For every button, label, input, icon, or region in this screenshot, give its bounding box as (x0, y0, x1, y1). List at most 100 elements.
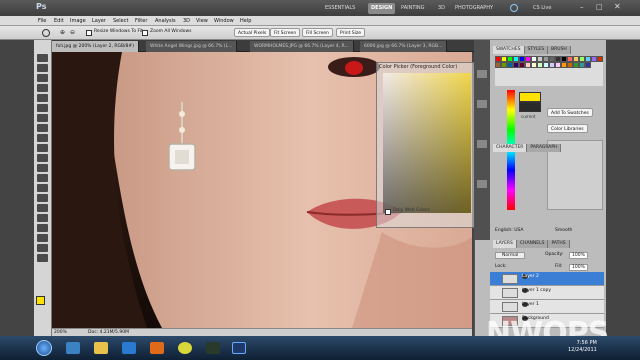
menu-select[interactable]: Select (113, 16, 128, 26)
doc-tab-wormholmes[interactable]: WORMHOLMES.JPG @ 66.7% (Layer 4, R... (250, 41, 354, 52)
zoom-out-icon[interactable]: ⊖ (70, 29, 75, 36)
zoom-in-icon[interactable]: ⊕ (60, 29, 65, 36)
fill-input[interactable]: 100% (569, 264, 588, 271)
media-player-icon[interactable] (122, 342, 136, 354)
cs-live-button[interactable]: CS Live (530, 3, 554, 14)
system-clock[interactable]: 7:56 PM 12/24/2011 (568, 340, 597, 354)
fill-screen-button[interactable]: Fill Screen (302, 28, 333, 37)
tab-layers[interactable]: LAYERS (493, 240, 517, 248)
firefox-icon[interactable] (150, 342, 164, 354)
move-tool-icon[interactable] (37, 54, 48, 62)
language-select[interactable]: English: USA (495, 228, 524, 233)
pen-tool-icon[interactable] (37, 194, 48, 202)
masks-panel-icon[interactable] (477, 180, 487, 188)
path-selection-tool-icon[interactable] (37, 214, 48, 222)
current-label: current (521, 114, 536, 119)
search-icon[interactable] (510, 4, 518, 12)
tab-brush[interactable]: BRUSH (548, 46, 571, 54)
foreground-color-swatch[interactable] (36, 296, 45, 305)
hand-tool-icon[interactable] (37, 244, 48, 252)
menu-edit[interactable]: Edit (54, 16, 64, 26)
resize-windows-checkbox[interactable] (86, 30, 92, 36)
explorer-icon[interactable] (94, 342, 108, 354)
menu-filter[interactable]: Filter (135, 16, 147, 26)
tab-paragraph[interactable]: PARAGRAPH (527, 144, 562, 152)
start-button[interactable] (36, 340, 52, 356)
tab-styles[interactable]: STYLES (524, 46, 549, 54)
color-field[interactable] (383, 73, 471, 213)
layer-thumbnail (502, 302, 518, 312)
tab-channels[interactable]: CHANNELS (516, 240, 549, 248)
eyedropper-tool-icon[interactable] (37, 104, 48, 112)
options-bar: ⊕ ⊖ Resize Windows To Fit Zoom All Windo… (0, 26, 640, 40)
type-tool-icon[interactable] (37, 204, 48, 212)
layer-row[interactable]: Layer 1 (490, 300, 604, 314)
menu-file[interactable]: File (38, 16, 46, 26)
add-to-swatches-button[interactable]: Add To Swatches (547, 108, 593, 117)
color-picker-title: Color Picker (Foreground Color) (379, 64, 458, 70)
healing-brush-tool-icon[interactable] (37, 114, 48, 122)
tab-swatches[interactable]: SWATCHES (493, 46, 525, 54)
menu-analysis[interactable]: Analysis (155, 16, 176, 26)
doc-tab-white-angel-wings[interactable]: White Angel Wings.jpg @ 66.7% (L... (146, 41, 238, 52)
brush-tool-icon[interactable] (37, 124, 48, 132)
blend-mode-select[interactable]: Normal (495, 252, 526, 259)
menu-help[interactable]: Help (240, 16, 251, 26)
tab-paths[interactable]: PATHS (548, 240, 570, 248)
only-web-colors-checkbox[interactable] (385, 209, 391, 215)
blur-tool-icon[interactable] (37, 174, 48, 182)
menu-view[interactable]: View (196, 16, 208, 26)
ie-icon[interactable] (66, 342, 80, 354)
layer-thumbnail (502, 274, 518, 284)
app-icon[interactable] (206, 342, 220, 354)
actions-panel-icon[interactable] (477, 100, 487, 108)
chrome-icon[interactable] (178, 342, 192, 354)
color-libraries-button[interactable]: Color Libraries (547, 124, 588, 133)
menu-image[interactable]: Image (70, 16, 86, 26)
opacity-input[interactable]: 100% (569, 252, 588, 259)
anti-alias-select[interactable]: Smooth (555, 228, 572, 233)
workspace-design[interactable]: DESIGN (368, 3, 396, 14)
fit-screen-button[interactable]: Fit Screen (270, 28, 301, 37)
history-panel-icon[interactable] (477, 70, 487, 78)
quick-select-tool-icon[interactable] (37, 84, 48, 92)
crop-tool-icon[interactable] (37, 94, 48, 102)
actual-pixels-button[interactable]: Actual Pixels (234, 28, 271, 37)
workspace-essentials[interactable]: ESSENTIALS (322, 3, 358, 14)
menu-3d[interactable]: 3D (183, 16, 190, 26)
minimize-icon[interactable]: – (580, 3, 584, 11)
marquee-tool-icon[interactable] (37, 64, 48, 72)
3d-rotate-tool-icon[interactable] (37, 234, 48, 242)
menu-bar: File Edit Image Layer Select Filter Anal… (0, 16, 640, 26)
close-icon[interactable]: ✕ (614, 2, 621, 11)
zoom-tool-icon[interactable] (37, 254, 48, 262)
color-picker-dialog[interactable]: Color Picker (Foreground Color) Only Web… (376, 62, 488, 228)
maximize-icon[interactable]: □ (596, 3, 603, 11)
layer-name: Layer 2 (522, 274, 539, 279)
workspace-photography[interactable]: PHOTOGRAPHY (452, 3, 496, 14)
swatches-tab-row: SWATCHES STYLES BRUSH (493, 46, 571, 54)
clone-stamp-tool-icon[interactable] (37, 134, 48, 142)
doc-tab-6000[interactable]: 6000.jpg @ 66.7% (Layer 3, RGB... (360, 41, 448, 52)
tab-character[interactable]: CHARACTER (493, 144, 528, 152)
photoshop-taskbar-icon[interactable] (232, 342, 246, 354)
shape-tool-icon[interactable] (37, 224, 48, 232)
eraser-tool-icon[interactable] (37, 154, 48, 162)
workspace-painting[interactable]: PAINTING (398, 3, 427, 14)
layer-row[interactable]: Layer 1 copy (490, 286, 604, 300)
workspace-3d[interactable]: 3D (435, 3, 448, 14)
menu-layer[interactable]: Layer (92, 16, 106, 26)
doc-tab-foli[interactable]: foli.jpg @ 200% (Layer 2, RGB/8#) (52, 41, 139, 52)
gradient-tool-icon[interactable] (37, 164, 48, 172)
history-brush-tool-icon[interactable] (37, 144, 48, 152)
adjustments-panel-icon[interactable] (477, 140, 487, 148)
lock-label: Lock: (495, 264, 507, 269)
lasso-tool-icon[interactable] (37, 74, 48, 82)
layers-tab-row: LAYERS CHANNELS PATHS (493, 240, 570, 248)
menu-window[interactable]: Window (214, 16, 234, 26)
dodge-tool-icon[interactable] (37, 184, 48, 192)
zoom-all-checkbox[interactable] (142, 30, 148, 36)
swatches-grid[interactable] (495, 56, 603, 86)
layer-row[interactable]: Layer 2 (490, 272, 604, 286)
print-size-button[interactable]: Print Size (336, 28, 366, 37)
